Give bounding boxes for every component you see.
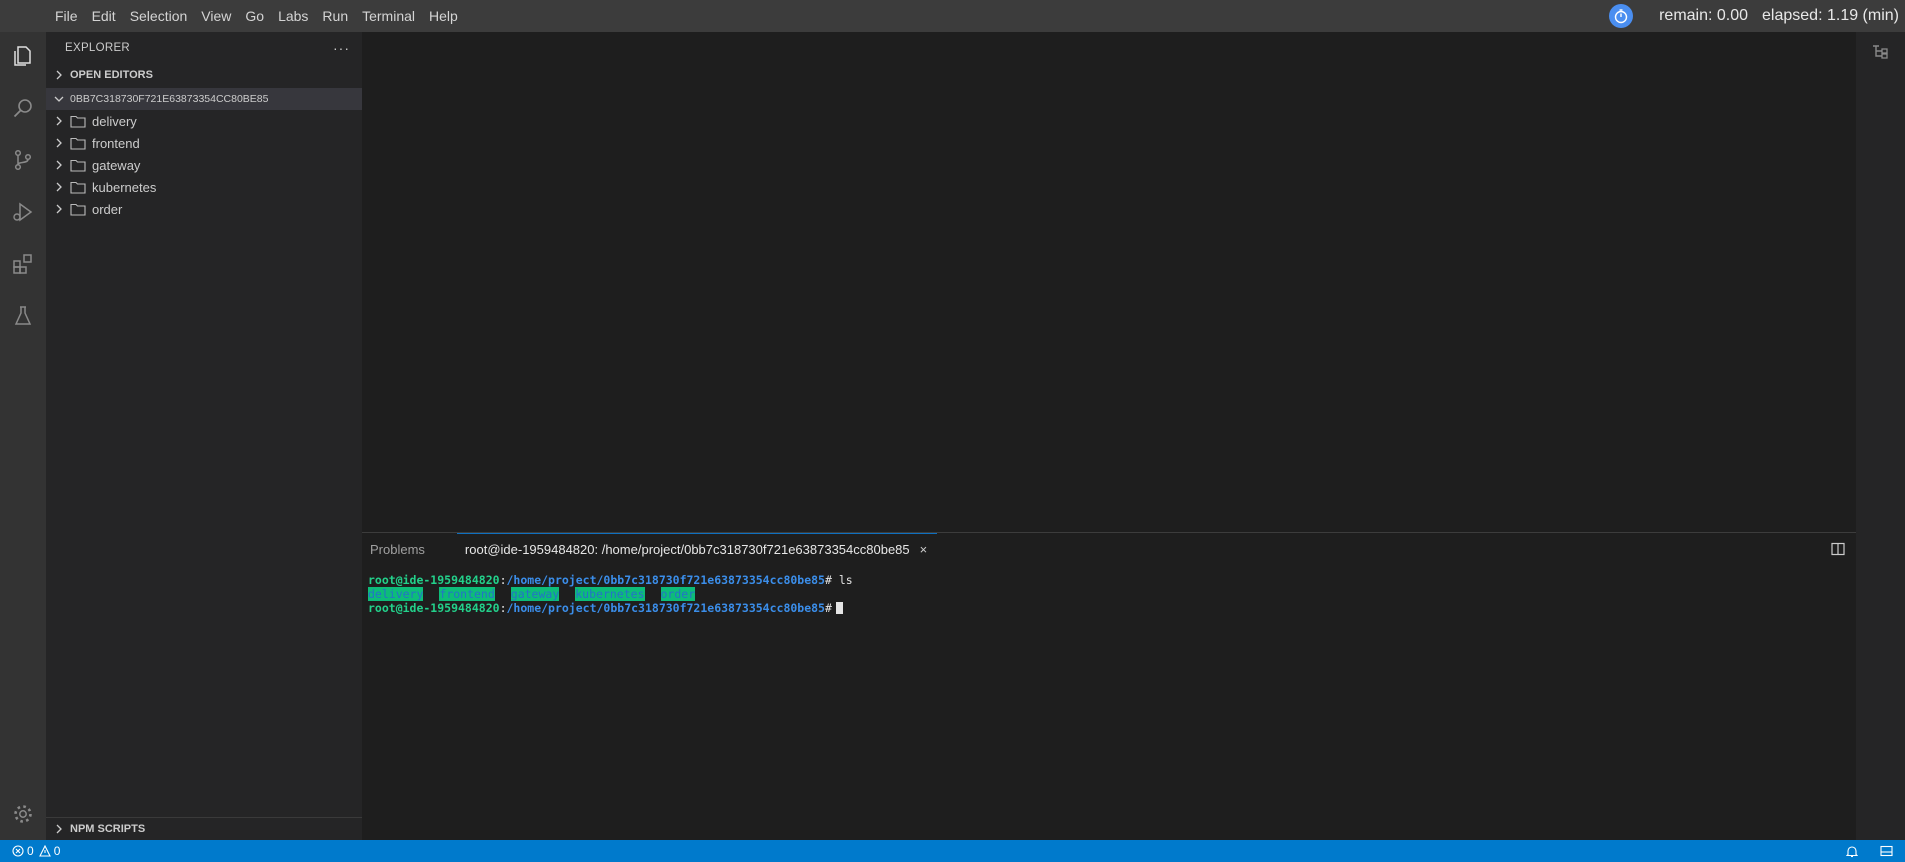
- terminal-dir: frontend: [439, 587, 495, 601]
- problems-status[interactable]: 0 0: [0, 844, 60, 858]
- remain-time: remain: 0.00: [1659, 7, 1749, 24]
- terminal-line-2: delivery frontend gateway kubernetes order: [368, 587, 1856, 601]
- menu-edit[interactable]: Edit: [85, 0, 123, 32]
- explorer-sidebar: EXPLORER ··· OPEN EDITORS 0BB7C318730F72…: [46, 32, 362, 840]
- source-control-icon[interactable]: [9, 146, 37, 174]
- folder-delivery[interactable]: delivery: [46, 110, 362, 132]
- timer-area: remain: 0.00 elapsed: 1.19 (min): [1609, 0, 1905, 32]
- chevron-right-icon: [52, 136, 66, 150]
- terminal-path: /home/project/0bb7c318730f721e63873354cc…: [506, 573, 826, 587]
- folder-label: delivery: [92, 113, 137, 129]
- chevron-right-icon: [52, 114, 66, 128]
- folder-order[interactable]: order: [46, 198, 362, 220]
- notification-bell-icon[interactable]: [1846, 845, 1858, 858]
- run-debug-icon[interactable]: [9, 198, 37, 226]
- npm-scripts-header[interactable]: NPM SCRIPTS: [46, 818, 362, 840]
- terminal-sep: :: [499, 573, 507, 587]
- folder-icon: [70, 114, 86, 128]
- menu-go[interactable]: Go: [238, 0, 271, 32]
- status-bar: 0 0: [0, 840, 1905, 862]
- terminal-line-3: root@ide-1959484820:/home/project/0bb7c3…: [368, 601, 1856, 615]
- chevron-right-icon: [52, 68, 66, 82]
- bottom-panel: Problems root@ide-1959484820: /home/proj…: [362, 532, 1856, 840]
- terminal-user: root@ide-1959484820: [368, 601, 500, 615]
- chevron-right-icon: [52, 822, 66, 836]
- layout-panel-icon[interactable]: [1880, 845, 1893, 857]
- menu-labs[interactable]: Labs: [271, 0, 315, 32]
- menu-list: File Edit Selection View Go Labs Run Ter…: [48, 0, 465, 32]
- folder-label: gateway: [92, 157, 141, 173]
- terminal-prompt: #: [825, 601, 832, 615]
- npm-scripts-label: NPM SCRIPTS: [70, 823, 146, 835]
- terminal-dir: gateway: [510, 587, 560, 601]
- terminal-dir: delivery: [368, 587, 424, 601]
- folder-gateway[interactable]: gateway: [46, 154, 362, 176]
- menu-terminal[interactable]: Terminal: [355, 0, 422, 32]
- folder-kubernetes[interactable]: kubernetes: [46, 176, 362, 198]
- chevron-right-icon: [52, 180, 66, 194]
- folder-icon: [70, 136, 86, 150]
- terminal-line-1: root@ide-1959484820:/home/project/0bb7c3…: [368, 573, 1856, 587]
- warning-count: 0: [53, 844, 61, 858]
- timer-icon[interactable]: [1609, 4, 1634, 28]
- project-section[interactable]: 0BB7C318730F721E63873354CC80BE85: [46, 88, 362, 110]
- folder-label: order: [92, 201, 123, 217]
- terminal-path: /home/project/0bb7c318730f721e63873354cc…: [506, 601, 826, 615]
- terminal-prompt: #: [825, 573, 832, 587]
- menu-file[interactable]: File: [48, 0, 85, 32]
- folder-frontend[interactable]: frontend: [46, 132, 362, 154]
- explorer-title: EXPLORER: [65, 42, 131, 54]
- folder-icon: [70, 158, 86, 172]
- secondary-sidebar: [1856, 32, 1905, 840]
- error-count: 0: [27, 844, 34, 858]
- open-editors-section[interactable]: OPEN EDITORS: [46, 64, 362, 86]
- npm-scripts-section: NPM SCRIPTS: [46, 817, 362, 840]
- flask-icon[interactable]: [9, 302, 37, 330]
- folder-icon: [70, 180, 86, 194]
- terminal-cursor: [835, 602, 843, 614]
- terminal-tab-label: root@ide-1959484820: /home/project/0bb7c…: [464, 542, 910, 557]
- terminal-dir: kubernetes: [575, 587, 645, 601]
- panel-tabs: Problems root@ide-1959484820: /home/proj…: [362, 533, 1856, 565]
- search-icon[interactable]: [9, 94, 37, 122]
- terminal-user: root@ide-1959484820: [368, 573, 500, 587]
- editor-area[interactable]: [362, 32, 1856, 532]
- status-right: [1846, 840, 1905, 862]
- menu-run[interactable]: Run: [315, 0, 355, 32]
- folder-label: kubernetes: [92, 179, 157, 195]
- chevron-right-icon: [52, 158, 66, 172]
- elapsed-time: elapsed: 1.19 (min): [1762, 7, 1899, 24]
- terminal-dir: order: [660, 587, 696, 601]
- gear-icon[interactable]: [9, 800, 37, 828]
- terminal-sep: :: [499, 601, 507, 615]
- menu-view[interactable]: View: [194, 0, 238, 32]
- folder-label: frontend: [92, 135, 140, 151]
- warning-icon: [38, 845, 51, 857]
- files-icon[interactable]: [9, 42, 37, 70]
- folder-tree: delivery frontend gateway kubernetes ord…: [46, 110, 362, 220]
- menu-selection[interactable]: Selection: [123, 0, 195, 32]
- tab-terminal[interactable]: root@ide-1959484820: /home/project/0bb7c…: [456, 533, 938, 565]
- tab-problems[interactable]: Problems: [362, 533, 433, 565]
- close-icon[interactable]: ×: [920, 542, 928, 557]
- terminal-output[interactable]: root@ide-1959484820:/home/project/0bb7c3…: [362, 565, 1856, 615]
- open-editors-label: OPEN EDITORS: [70, 69, 153, 81]
- extensions-icon[interactable]: [9, 250, 37, 278]
- error-icon: [12, 845, 24, 857]
- terminal-command: ls: [838, 573, 853, 587]
- outline-icon[interactable]: [1870, 42, 1892, 67]
- menu-help[interactable]: Help: [422, 0, 465, 32]
- split-panel-icon[interactable]: [1830, 541, 1846, 557]
- menu-bar: File Edit Selection View Go Labs Run Ter…: [0, 0, 1905, 32]
- chevron-right-icon: [52, 202, 66, 216]
- chevron-down-icon: [52, 92, 66, 106]
- explorer-header: EXPLORER ···: [46, 32, 362, 64]
- folder-icon: [70, 202, 86, 216]
- activity-bar: [0, 32, 46, 840]
- project-label: 0BB7C318730F721E63873354CC80BE85: [70, 93, 269, 105]
- more-actions-icon[interactable]: ···: [333, 40, 350, 56]
